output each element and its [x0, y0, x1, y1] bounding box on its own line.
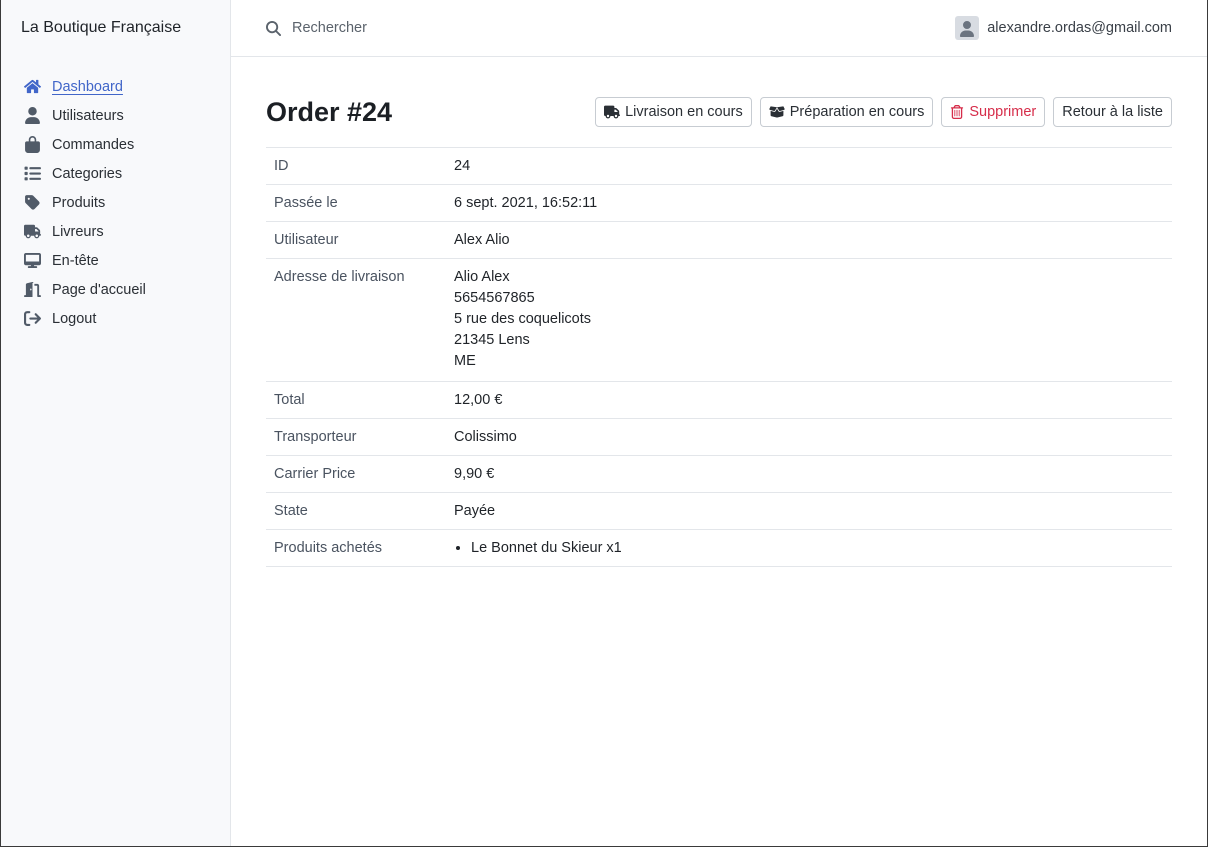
search-icon	[266, 20, 281, 36]
row-label: Carrier Price	[274, 466, 356, 482]
address-line: ME	[454, 353, 476, 369]
table-row: Passée le 6 sept. 2021, 16:52:11	[266, 184, 1172, 222]
table-row: Carrier Price 9,90 €	[266, 455, 1172, 493]
row-label: Total	[274, 392, 305, 408]
table-row: ID 24	[266, 147, 1172, 185]
products-list: Le Bonnet du Skieur x1	[454, 540, 1164, 557]
address-line: 5654567865	[454, 290, 535, 306]
sidebar-item-utilisateurs[interactable]: Utilisateurs	[1, 101, 230, 130]
table-row: Transporteur Colissimo	[266, 418, 1172, 456]
page-content: Order #24 Livraison en cours Préparation…	[231, 57, 1207, 567]
search-box[interactable]: Rechercher	[266, 20, 367, 36]
brand-title[interactable]: La Boutique Française	[1, 0, 230, 57]
row-label: State	[274, 503, 308, 519]
list-item: Le Bonnet du Skieur x1	[471, 540, 1164, 557]
page-header: Order #24 Livraison en cours Préparation…	[266, 92, 1172, 132]
tag-icon	[23, 194, 41, 212]
truck-icon	[23, 223, 41, 241]
avatar	[955, 16, 980, 40]
sidebar-item-produits[interactable]: Produits	[1, 188, 230, 217]
sidebar-item-page-accueil[interactable]: Page d'accueil	[1, 275, 230, 304]
sidebar-item-en-tete[interactable]: En-tête	[1, 246, 230, 275]
row-label: ID	[274, 158, 289, 174]
page-title: Order #24	[266, 96, 393, 127]
user-menu[interactable]: alexandre.ordas@gmail.com	[955, 16, 1172, 40]
sidebar: La Boutique Française Dashboard Utilisat…	[1, 0, 231, 846]
address-line: 21345 Lens	[454, 332, 530, 348]
user-email: alexandre.ordas@gmail.com	[987, 20, 1172, 36]
row-label: Passée le	[274, 195, 338, 211]
sidebar-item-commandes[interactable]: Commandes	[1, 130, 230, 159]
row-value: 6 sept. 2021, 16:52:11	[454, 195, 598, 211]
sign-out-icon	[23, 310, 41, 328]
sidebar-item-label: Categories	[52, 165, 123, 182]
row-value: 24	[454, 158, 471, 174]
address-value: Alio Alex 5654567865 5 rue des coquelico…	[446, 259, 1172, 382]
address-line: Alio Alex	[454, 269, 510, 285]
row-value: 12,00 €	[454, 392, 503, 408]
row-value: 9,90 €	[454, 466, 495, 482]
table-row: State Payée	[266, 492, 1172, 530]
main-area: Rechercher alexandre.ordas@gmail.com Ord…	[231, 0, 1207, 846]
row-label: Transporteur	[274, 429, 357, 445]
row-value: Payée	[454, 503, 496, 519]
delete-button[interactable]: Supprimer	[941, 97, 1046, 127]
row-label: Utilisateur	[274, 232, 339, 248]
sidebar-item-livreurs[interactable]: Livreurs	[1, 217, 230, 246]
search-input[interactable]: Rechercher	[292, 20, 367, 36]
products-value: Le Bonnet du Skieur x1	[446, 530, 1172, 567]
table-row: Adresse de livraison Alio Alex 565456786…	[266, 258, 1172, 382]
order-details-table: ID 24 Passée le 6 sept. 2021, 16:52:11 U…	[266, 147, 1172, 567]
delivery-button-label: Livraison en cours	[625, 104, 743, 120]
sidebar-item-label: Dashboard	[52, 78, 123, 95]
user-icon	[23, 107, 41, 125]
back-to-list-button[interactable]: Retour à la liste	[1053, 97, 1172, 127]
sidebar-nav: Dashboard Utilisateurs Commandes Categor…	[1, 57, 230, 333]
preparation-in-progress-button[interactable]: Préparation en cours	[759, 97, 934, 127]
box-open-icon	[769, 106, 785, 118]
sidebar-item-label: Commandes	[52, 136, 135, 153]
desktop-icon	[23, 252, 41, 270]
trash-icon	[951, 105, 964, 119]
table-row: Utilisateur Alex Alio	[266, 221, 1172, 259]
back-button-label: Retour à la liste	[1062, 104, 1163, 120]
sidebar-item-label: En-tête	[52, 252, 99, 269]
preparation-button-label: Préparation en cours	[789, 104, 925, 120]
sidebar-item-logout[interactable]: Logout	[1, 304, 230, 333]
table-row: Produits achetés Le Bonnet du Skieur x1	[266, 529, 1172, 567]
sidebar-item-label: Logout	[52, 310, 97, 327]
home-icon	[23, 78, 41, 96]
sidebar-item-categories[interactable]: Categories	[1, 159, 230, 188]
row-value: Colissimo	[454, 429, 517, 445]
sidebar-item-label: Page d'accueil	[52, 281, 146, 298]
address-line: 5 rue des coquelicots	[454, 311, 592, 327]
row-label: Adresse de livraison	[274, 269, 405, 285]
topbar: Rechercher alexandre.ordas@gmail.com	[231, 0, 1207, 57]
delivery-in-progress-button[interactable]: Livraison en cours	[595, 97, 752, 127]
shopping-bag-icon	[23, 136, 41, 154]
action-buttons: Livraison en cours Préparation en cours …	[595, 97, 1172, 127]
table-row: Total 12,00 €	[266, 381, 1172, 419]
delete-button-label: Supprimer	[969, 104, 1037, 120]
sidebar-item-label: Produits	[52, 194, 106, 211]
truck-icon	[604, 105, 621, 119]
door-icon	[23, 281, 41, 299]
sidebar-item-dashboard[interactable]: Dashboard	[1, 72, 230, 101]
list-icon	[23, 165, 41, 183]
sidebar-item-label: Livreurs	[52, 223, 104, 240]
row-label: Produits achetés	[274, 540, 383, 556]
row-value: Alex Alio	[454, 232, 510, 248]
sidebar-item-label: Utilisateurs	[52, 107, 124, 124]
user-icon	[960, 21, 975, 37]
